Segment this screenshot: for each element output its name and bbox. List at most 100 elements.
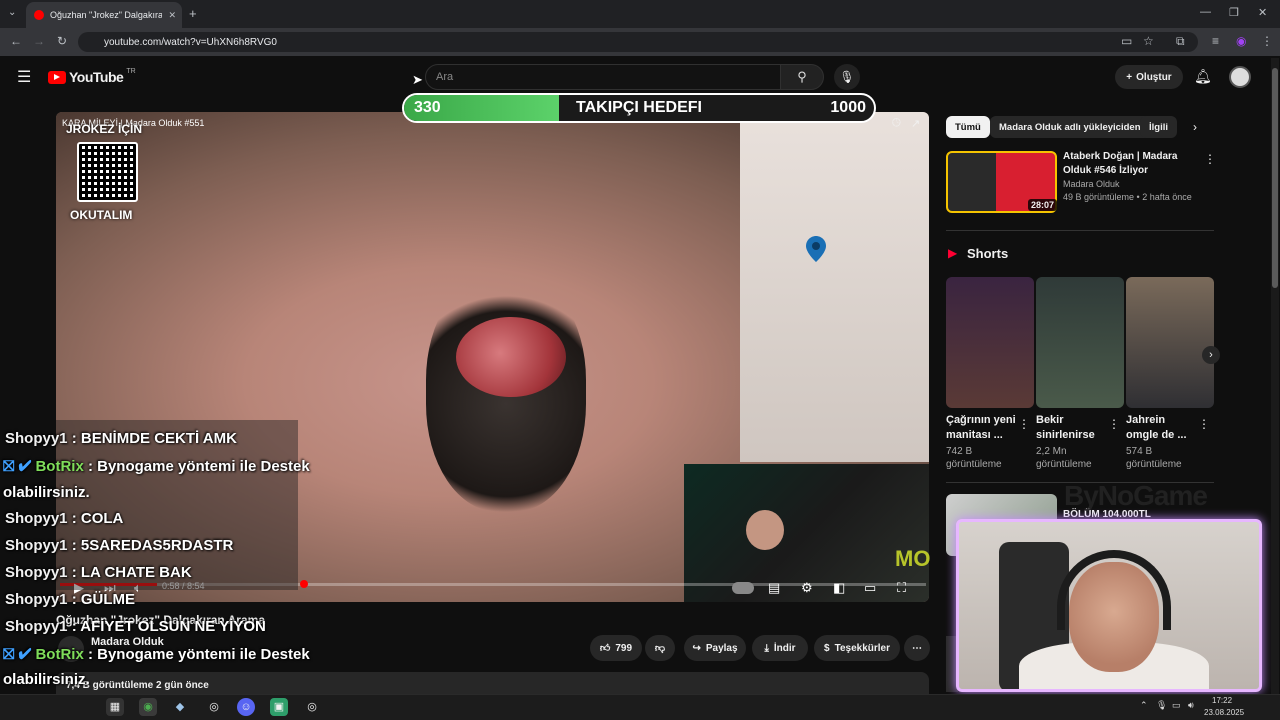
inset-face — [746, 510, 784, 550]
taskbar-chrome-icon[interactable]: ◉ — [139, 698, 157, 716]
short-views-3: 574 B görüntüleme — [1126, 446, 1182, 470]
short-menu-icon-1[interactable]: ⋮ — [1018, 417, 1030, 431]
autoplay-toggle[interactable] — [732, 582, 754, 594]
extensions-icon[interactable]: ⧉ — [1176, 34, 1185, 49]
subtitles-icon[interactable]: ▤ — [768, 580, 780, 596]
tab-title: Oğuzhan "Jrokez" Dalgakıran A — [50, 10, 163, 20]
recommended-menu-icon[interactable]: ⋮ — [1204, 152, 1216, 166]
short-thumbnail-2[interactable] — [1036, 277, 1124, 408]
chat-message: Shopyy1 : LA CHATE BAK — [5, 564, 192, 581]
bot-badge-icon: ⛝ ✔ — [3, 646, 36, 663]
bookmark-star-icon[interactable]: ☆ — [1143, 34, 1154, 48]
follower-goal-label: TAKIPÇI HEDEFI — [576, 99, 702, 116]
tray-network-icon[interactable]: ▭ — [1172, 700, 1181, 711]
chat-username: Shopyy1 — [5, 564, 68, 581]
taskbar-obs2-icon[interactable]: ◎ — [303, 698, 321, 716]
voice-search-button[interactable]: 🎙 — [834, 64, 860, 90]
short-thumbnail-1[interactable] — [946, 277, 1034, 408]
chat-message: Shopyy1 : BENİMDE CEKTİ AMK — [5, 430, 237, 447]
back-icon[interactable]: ← — [10, 34, 22, 48]
taskbar-files-icon[interactable]: ▦ — [106, 698, 124, 716]
search-placeholder: Ara — [436, 71, 454, 83]
clock-time[interactable]: 17:22 — [1212, 696, 1232, 705]
recommended-title[interactable]: Ataberk Doğan | Madara Olduk #546 İzliyo… — [1063, 150, 1203, 178]
short-menu-icon-3[interactable]: ⋮ — [1198, 417, 1210, 431]
thanks-button[interactable]: $ Teşekkürler — [814, 635, 900, 661]
short-title-3[interactable]: Jahrein omgle de ... — [1126, 413, 1198, 443]
chat-username: Shopyy1 — [5, 591, 68, 608]
dislike-button[interactable]: 👎︎ — [645, 635, 675, 661]
minimize-icon[interactable]: — — [1200, 6, 1211, 18]
theater-mode-icon[interactable]: ▭ — [864, 580, 876, 596]
short-thumbnail-3[interactable] — [1126, 277, 1214, 408]
chips-next-icon[interactable]: › — [1193, 120, 1197, 134]
chat-message: ⛝ ✔ BotRix : Bynogame yöntemi ile Destek — [3, 646, 310, 663]
shorts-heading: Shorts — [967, 246, 1009, 261]
new-tab-icon[interactable]: + — [189, 6, 197, 21]
browser-tab[interactable]: Oğuzhan "Jrokez" Dalgakıran A ✕ — [26, 2, 182, 28]
follower-goal-target: 1000 — [830, 99, 866, 116]
forward-icon[interactable]: → — [33, 34, 45, 48]
settings-gear-icon[interactable]: ⚙ — [801, 580, 813, 596]
miniplayer-icon[interactable]: ◧ — [833, 580, 845, 596]
watch-later-icon[interactable]: 🕒︎ — [892, 117, 901, 130]
download-icon: ⤓ — [764, 642, 769, 654]
share-overlay-icon[interactable]: ↗ — [911, 117, 920, 130]
reading-list-icon[interactable]: ≡ — [1212, 34, 1219, 48]
restore-icon[interactable]: ❐ — [1229, 6, 1239, 19]
tab-search-icon[interactable]: ⌄ — [8, 7, 16, 18]
cast-icon[interactable]: ▭ — [1121, 34, 1132, 48]
search-button[interactable]: ⚲ — [780, 64, 824, 90]
notifications-bell-icon[interactable]: 🔔︎ — [1194, 68, 1212, 85]
youtube-logo[interactable]: YouTube TR — [48, 67, 136, 85]
chip-related[interactable]: İlgili — [1140, 116, 1177, 138]
chip-all[interactable]: Tümü — [946, 116, 990, 138]
url-field[interactable]: youtube.com/watch?v=UhXN6h8RVG0 — [78, 32, 1198, 52]
chat-text: : LA CHATE BAK — [67, 564, 192, 581]
chat-text: olabilirsiniz. — [3, 484, 90, 501]
recommended-channel[interactable]: Madara Olduk — [1063, 179, 1120, 189]
download-label: İndir — [773, 642, 796, 654]
scrollbar-thumb[interactable] — [1272, 68, 1278, 288]
youtube-region: TR — [126, 67, 136, 75]
recommended-meta: 49 B görüntüleme • 2 hafta önce — [1063, 192, 1192, 202]
close-window-icon[interactable]: ✕ — [1258, 6, 1267, 19]
more-dots-icon: ⋯ — [912, 642, 922, 654]
tray-overflow-icon[interactable]: ⌃ — [1140, 700, 1148, 711]
short-title-2[interactable]: Bekir sinirlenirse — [1036, 413, 1108, 443]
more-actions-button[interactable]: ⋯ — [904, 635, 930, 661]
taskbar-app-icon[interactable]: ▣ — [270, 698, 288, 716]
fullscreen-icon[interactable]: ⛶ — [897, 580, 906, 596]
create-button[interactable]: + Oluştur — [1115, 65, 1183, 89]
shorts-next-icon[interactable]: › — [1202, 346, 1220, 364]
search-input[interactable]: Ara — [425, 64, 781, 90]
chat-username: Shopyy1 — [5, 510, 68, 527]
page-scrollbar[interactable] — [1271, 58, 1279, 694]
profile-icon[interactable]: ◉ — [1236, 34, 1246, 48]
short-title-1[interactable]: Çağrının yeni manitası ... — [946, 413, 1018, 443]
taskbar-steam-icon[interactable]: ◆ — [171, 698, 189, 716]
taskbar-obs-icon[interactable]: ◎ — [205, 698, 223, 716]
hamburger-menu-icon[interactable]: ☰ — [17, 67, 31, 87]
windows-taskbar — [0, 694, 1280, 720]
youtube-logo-text: YouTube — [69, 69, 124, 85]
chat-text: : 5SAREDAS5RDASTR — [67, 537, 234, 554]
plus-icon: + — [1126, 71, 1133, 83]
tray-mic-icon[interactable]: 🎙︎ — [1156, 700, 1167, 711]
qr-footer: OKUTALIM — [70, 208, 133, 222]
short-menu-icon-2[interactable]: ⋮ — [1108, 417, 1120, 431]
chip-from-uploader[interactable]: Madara Olduk adlı yükleyiciden — [990, 116, 1150, 138]
reload-icon[interactable]: ↻ — [57, 34, 67, 48]
menu-dots-icon[interactable]: ⋮ — [1261, 34, 1273, 48]
like-button[interactable]: 👍︎ 799 — [590, 635, 642, 661]
clock-date[interactable]: 23.08.2025 — [1204, 708, 1244, 717]
taskbar-discord-icon[interactable]: ☺ — [237, 698, 255, 716]
share-button[interactable]: ↪ Paylaş — [684, 635, 746, 661]
avatar[interactable] — [1229, 66, 1251, 88]
close-tab-icon[interactable]: ✕ — [168, 10, 182, 21]
chat-message: ⛝ ✔ BotRix : Bynogame yöntemi ile Destek — [3, 458, 310, 475]
tray-volume-icon[interactable]: 🔊︎ — [1188, 700, 1194, 711]
download-button[interactable]: ⤓ İndir — [752, 635, 808, 661]
short-views-2: 2,2 Mn görüntüleme — [1036, 446, 1092, 470]
streamer-webcam — [956, 519, 1262, 692]
